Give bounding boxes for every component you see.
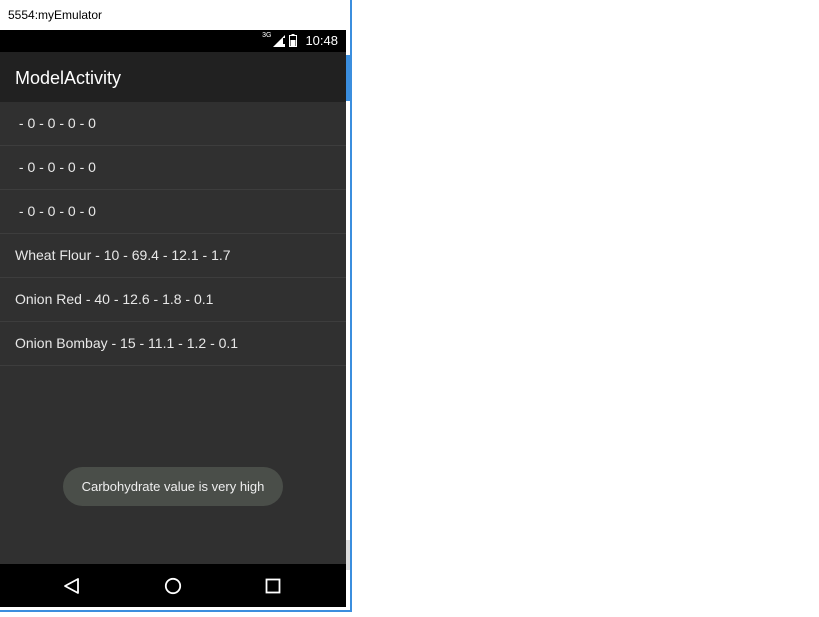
device-screen: 3G 10:48 ModelActivity - 0 - 0 - 0 - 0 -… [0, 30, 346, 607]
list-item[interactable]: - 0 - 0 - 0 - 0 [0, 190, 346, 234]
list-item[interactable]: Wheat Flour - 10 - 69.4 - 12.1 - 1.7 [0, 234, 346, 278]
status-bar: 3G 10:48 [0, 30, 346, 52]
recents-icon[interactable] [260, 573, 286, 599]
list-item[interactable]: - 0 - 0 - 0 - 0 [0, 102, 346, 146]
app-title: ModelActivity [15, 68, 122, 88]
page: 5554:myEmulator 3G 10:48 ModelActivity -… [0, 0, 819, 617]
status-icons: 3G 10:48 [262, 32, 338, 48]
emulator-title: 5554:myEmulator [8, 8, 103, 22]
emulator-window: 5554:myEmulator 3G 10:48 ModelActivity -… [0, 0, 352, 612]
signal-icon [273, 34, 286, 47]
home-icon[interactable] [160, 573, 186, 599]
model-list: - 0 - 0 - 0 - 0 - 0 - 0 - 0 - 0 - 0 - 0 … [0, 102, 346, 366]
emulator-titlebar[interactable]: 5554:myEmulator [0, 0, 348, 30]
toast-message: Carbohydrate value is very high [63, 467, 283, 506]
navigation-bar [0, 564, 346, 607]
battery-icon [289, 34, 298, 47]
back-icon[interactable] [59, 573, 85, 599]
list-item[interactable]: Onion Red - 40 - 12.6 - 1.8 - 0.1 [0, 278, 346, 322]
status-clock: 10:48 [305, 33, 338, 48]
app-bar: ModelActivity [0, 52, 346, 102]
network-type-label: 3G [262, 32, 272, 39]
list-item[interactable]: - 0 - 0 - 0 - 0 [0, 146, 346, 190]
list-item[interactable]: Onion Bombay - 15 - 11.1 - 1.2 - 0.1 [0, 322, 346, 366]
